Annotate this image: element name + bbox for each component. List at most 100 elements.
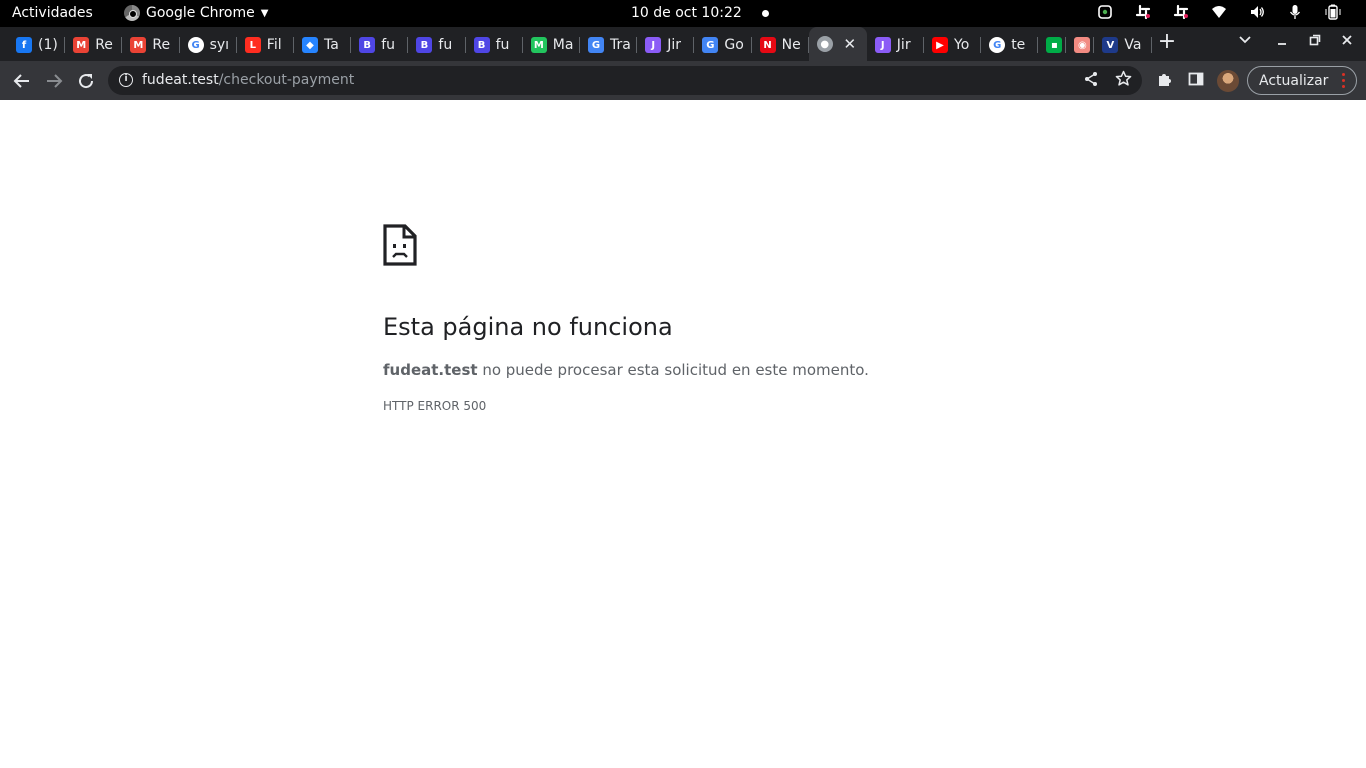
restore-button[interactable] (1304, 31, 1326, 53)
tab-label: fu (495, 37, 510, 53)
chevron-down-icon: ▼ (260, 7, 269, 19)
tab-label: (1) (38, 37, 58, 53)
address-bar[interactable]: i fudeat.test/checkout-payment (108, 66, 1142, 95)
browser-tab[interactable]: Gsyı (180, 33, 237, 57)
volume-icon[interactable] (1248, 4, 1266, 22)
tab-label: te (1011, 37, 1026, 53)
slack-icon[interactable] (1134, 4, 1152, 22)
url-path: /checkout-payment (218, 72, 355, 88)
browser-tab[interactable]: ◆ Ta (294, 33, 352, 57)
browser-tab[interactable]: M Re (65, 33, 123, 57)
gmail-icon: M (73, 37, 90, 53)
reload-button[interactable] (74, 69, 98, 93)
error-host: fudeat.test (383, 361, 478, 379)
tab-label: Jir (896, 37, 911, 53)
tab-label: syı (209, 37, 230, 53)
chrome-icon (124, 5, 140, 21)
error-description: fudeat.test no puede procesar esta solic… (383, 361, 869, 379)
url-host: fudeat.test (142, 72, 219, 88)
bootstrap-icon: B (359, 37, 376, 53)
tab-label: Jir (667, 37, 681, 53)
error-message: no puede procesar esta solicitud en este… (477, 361, 869, 379)
google-icon: G (989, 37, 1006, 53)
site-info-icon[interactable]: i (119, 73, 133, 87)
bootstrap-icon: B (473, 37, 490, 53)
tab-label: Re (95, 37, 113, 53)
notification-dot-icon (761, 9, 769, 17)
browser-tab[interactable]: Bfu (466, 33, 523, 57)
browser-tab[interactable]: Bfu (408, 33, 466, 57)
google-icon: G (187, 37, 204, 53)
clock-text: 10 de oct 10:22 (631, 5, 742, 21)
browser-tab[interactable]: L Fil (237, 33, 294, 57)
record-icon: ◉ (1074, 37, 1091, 53)
side-panel-icon[interactable] (1187, 71, 1205, 89)
sad-page-icon (383, 224, 417, 266)
battery-icon[interactable] (1324, 4, 1342, 22)
laravel-icon: L (244, 37, 261, 53)
error-code: HTTP ERROR 500 (383, 399, 487, 413)
extensions-icon[interactable] (1155, 71, 1173, 89)
update-button[interactable]: Actualizar (1247, 66, 1357, 95)
tab-label: Fil (266, 37, 282, 53)
browser-toolbar: i fudeat.test/checkout-payment Actualiza… (0, 61, 1366, 100)
tab-label: Ta (324, 37, 339, 53)
close-tab-icon[interactable]: ✕ (841, 35, 859, 53)
tab-strip: + f (1) M Re M Re Gsyı L Fil ◆ Ta Bfu Bfu Bfu M Ma G Tra J… (0, 27, 1366, 61)
microphone-icon[interactable] (1286, 4, 1304, 22)
browser-tab[interactable]: J Jir (637, 33, 695, 57)
clock[interactable]: 10 de oct 10:22 (631, 5, 769, 21)
browser-tab[interactable]: ▶ Yo (924, 33, 982, 57)
browser-tab[interactable]: J Jir (867, 33, 924, 57)
browser-tab[interactable]: V Va (1094, 33, 1152, 57)
update-label: Actualizar (1259, 72, 1329, 89)
browser-tab[interactable]: M Re (122, 33, 180, 57)
browser-tab[interactable]: G Tra (580, 33, 638, 57)
translate-icon: G (702, 37, 719, 53)
url-text[interactable]: fudeat.test/checkout-payment (142, 72, 354, 88)
back-button[interactable] (10, 69, 34, 93)
mailtrap-icon: M (530, 37, 547, 53)
jira-icon: J (645, 37, 662, 53)
forward-button[interactable] (42, 69, 66, 93)
slack-icon[interactable] (1172, 4, 1190, 22)
tab-search-button[interactable] (1234, 31, 1256, 53)
new-tab-button[interactable]: + (1156, 31, 1178, 53)
system-top-bar: Actividades Google Chrome ▼ 10 de oct 10… (0, 0, 1366, 27)
close-window-button[interactable] (1336, 31, 1358, 53)
tab-label: fu (438, 37, 453, 53)
netflix-icon: N (759, 37, 776, 53)
browser-tab[interactable]: Bfu (351, 33, 409, 57)
globe-icon: ● (816, 36, 833, 52)
profile-avatar[interactable] (1217, 70, 1239, 92)
browser-tab[interactable]: N Ne (752, 33, 809, 57)
bookmark-star-icon[interactable] (1114, 70, 1132, 88)
minimize-button[interactable] (1271, 31, 1293, 53)
facebook-icon: f (16, 37, 32, 53)
jira-icon: J (874, 37, 891, 53)
system-tray[interactable] (1096, 4, 1342, 22)
tab-label: Va (1124, 37, 1142, 53)
bootstrap-icon: B (416, 37, 433, 53)
browser-tab[interactable]: ◉ (1066, 33, 1095, 57)
tab-label: Re (152, 37, 171, 53)
browser-tab[interactable]: M Ma (523, 33, 580, 57)
wifi-icon[interactable] (1210, 4, 1228, 22)
meet-icon: ▪ (1046, 37, 1063, 53)
share-icon[interactable] (1082, 71, 1100, 89)
tab-label: Yo (954, 37, 970, 53)
translate-icon: G (588, 37, 604, 53)
youtube-icon: ▶ (932, 37, 948, 53)
browser-tab[interactable]: G Go (694, 33, 752, 57)
activities-button[interactable]: Actividades (12, 5, 93, 21)
browser-tab[interactable]: ● ✕ (808, 27, 867, 61)
error-title: Esta página no funciona (383, 313, 673, 341)
vaultwarden-icon: V (1102, 37, 1119, 53)
app-name: Google Chrome (146, 5, 255, 21)
browser-tab[interactable]: f (1) (8, 33, 66, 57)
app-menu[interactable]: Google Chrome ▼ (124, 5, 268, 21)
browser-tab[interactable]: Gte (981, 33, 1039, 57)
browser-tab[interactable]: ▪ (1038, 33, 1067, 57)
jira-icon: ◆ (302, 37, 318, 53)
sync-icon[interactable] (1096, 4, 1114, 22)
